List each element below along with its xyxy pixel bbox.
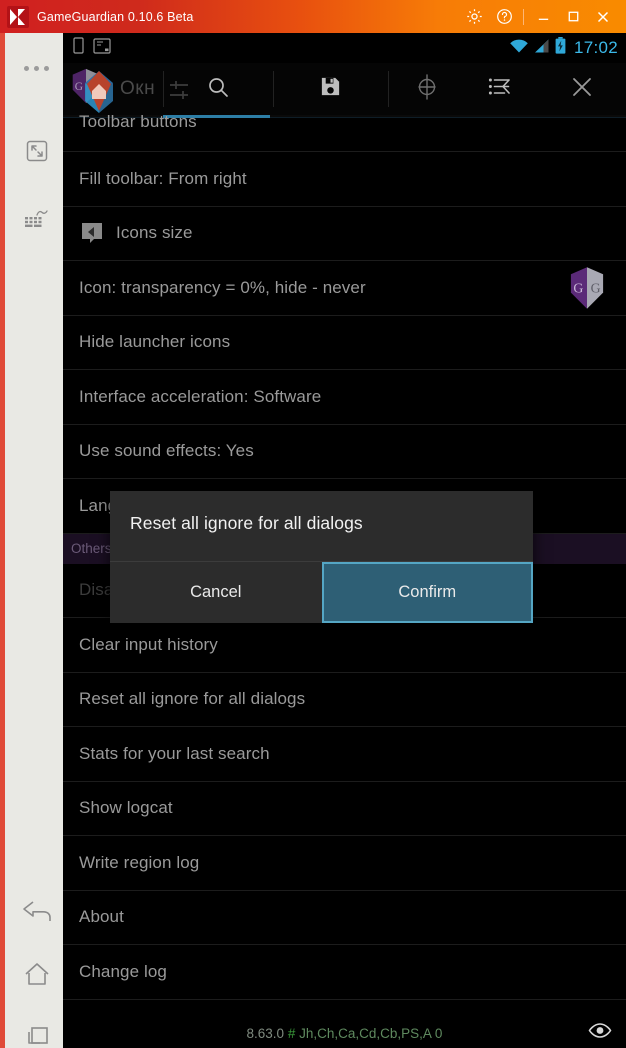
window-titlebar: GameGuardian 0.10.6 Beta [0, 0, 626, 33]
footer-text: 8.63.0 # Jh,Ch,Ca,Cd,Cb,PS,A 0 [247, 1026, 443, 1041]
fullscreen-expand-icon [24, 138, 50, 169]
app-window: GameGuardian 0.10.6 Beta 17:02 G Окн Too… [0, 0, 626, 1048]
cancel-button[interactable]: Cancel [110, 562, 322, 623]
ellipsis-icon [24, 65, 49, 71]
status-footer: 8.63.0 # Jh,Ch,Ca,Cd,Cb,PS,A 0 [63, 1018, 626, 1048]
confirm-button[interactable]: Confirm [321, 562, 533, 623]
confirm-dialog: Reset all ignore for all dialogs Cancel … [110, 491, 533, 623]
sidebar-item-keyboard-mapping[interactable] [5, 205, 68, 235]
sidebar-item-more-options[interactable] [5, 58, 68, 78]
window-controls [459, 0, 626, 33]
eye-icon[interactable] [588, 1022, 612, 1045]
footer-version: 8.63.0 [246, 1025, 285, 1041]
close-icon[interactable] [588, 0, 618, 33]
recents-icon [22, 1023, 52, 1048]
keyboard-icon [23, 206, 51, 235]
home-icon [22, 960, 52, 993]
dialog-title: Reset all ignore for all dialogs [130, 513, 363, 533]
back-arrow-icon [20, 896, 54, 931]
question-circle-icon[interactable] [489, 0, 519, 33]
minimize-icon[interactable] [528, 0, 558, 33]
android-screen: 17:02 G G [63, 33, 626, 1048]
footer-hash: # [287, 1025, 296, 1041]
dialog-button-bar: Cancel Confirm [110, 562, 533, 623]
gameguardian-logo-icon [7, 5, 29, 28]
titlebar-divider [523, 8, 524, 25]
footer-flags: Jh,Ch,Ca,Cd,Cb,PS,A 0 [299, 1025, 443, 1041]
gear-icon[interactable] [459, 0, 489, 33]
sidebar-item-recents[interactable] [5, 1021, 68, 1048]
emulator-sidebar [0, 33, 63, 1048]
sidebar-item-back[interactable] [5, 895, 68, 931]
sidebar-item-home[interactable] [5, 958, 68, 994]
sidebar-item-fullscreen[interactable] [5, 138, 68, 168]
maximize-icon[interactable] [558, 0, 588, 33]
window-title: GameGuardian 0.10.6 Beta [37, 9, 194, 24]
